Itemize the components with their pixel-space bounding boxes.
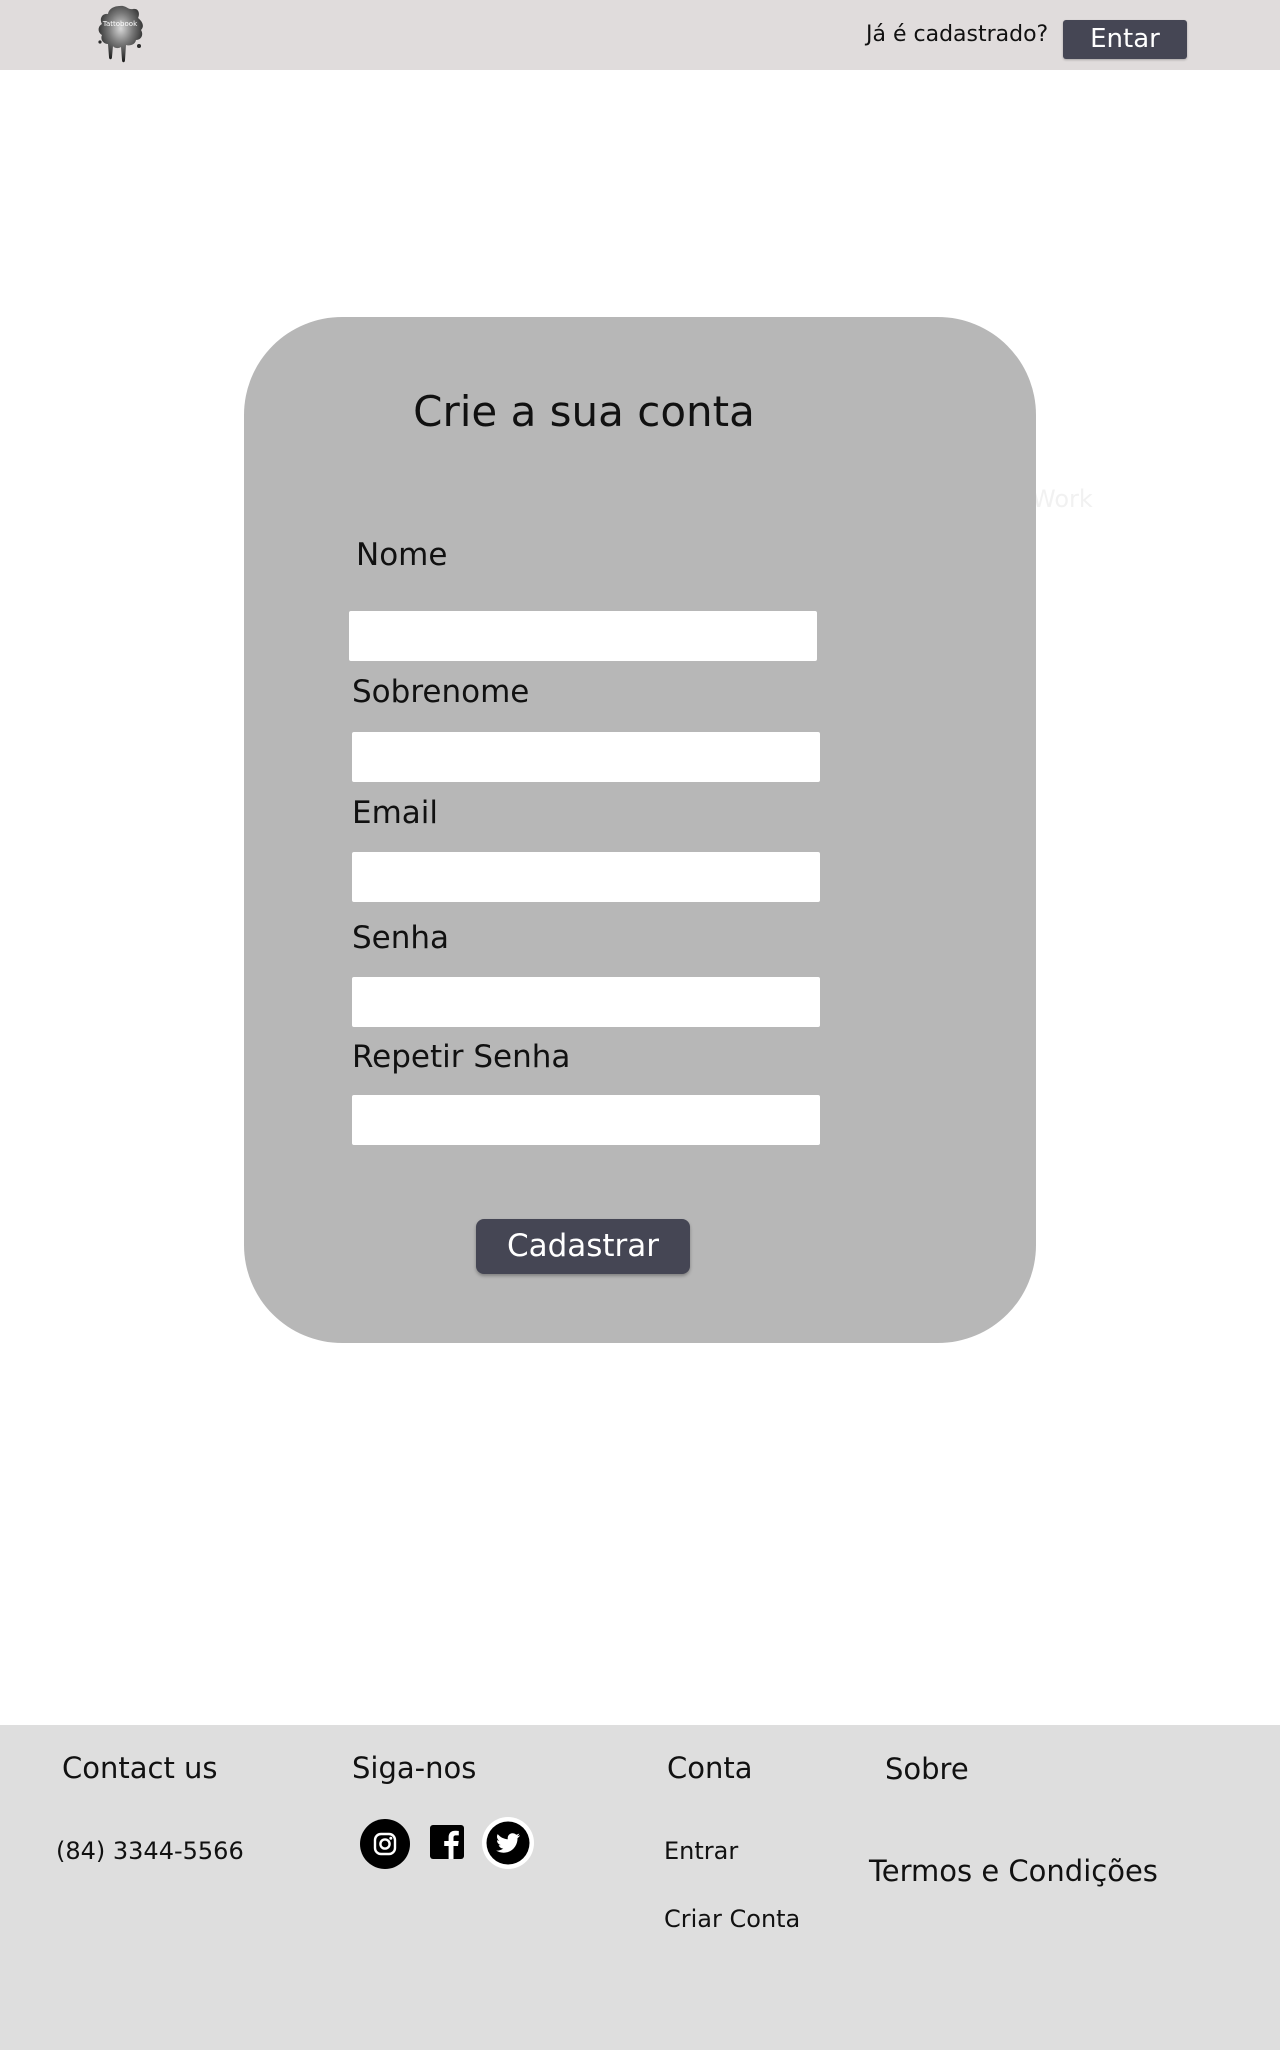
logo[interactable]: Tattobook — [92, 2, 148, 68]
ink-splash-logo-icon: Tattobook — [98, 5, 143, 63]
repeat-password-label: Repetir Senha — [352, 1039, 571, 1075]
surname-field[interactable] — [352, 732, 820, 782]
footer-create-account-link[interactable]: Criar Conta — [664, 1905, 800, 1933]
twitter-link[interactable] — [482, 1817, 534, 1869]
contact-phone: (84) 3344-5566 — [56, 1837, 244, 1865]
contact-heading: Contact us — [62, 1751, 218, 1785]
email-label: Email — [352, 795, 439, 831]
instagram-icon — [360, 1819, 410, 1869]
password-field[interactable] — [352, 977, 820, 1027]
name-label: Nome — [356, 537, 448, 573]
signup-card: Crie a sua conta Nome Sobrenome Email Se… — [244, 317, 1036, 1343]
instagram-link[interactable] — [359, 1818, 411, 1870]
login-button[interactable]: Entar — [1063, 20, 1187, 59]
account-heading: Conta — [667, 1751, 753, 1785]
background-text: Work — [1032, 485, 1093, 513]
register-button[interactable]: Cadastrar — [476, 1219, 690, 1274]
facebook-icon — [430, 1825, 464, 1859]
page-title: Crie a sua conta — [413, 387, 755, 436]
twitter-icon — [482, 1817, 534, 1869]
top-bar: Tattobook Já é cadastrado? Entar — [0, 0, 1280, 70]
surname-label: Sobrenome — [352, 674, 530, 710]
password-label: Senha — [352, 920, 450, 956]
follow-heading: Siga-nos — [352, 1751, 477, 1785]
email-field[interactable] — [352, 852, 820, 902]
name-field[interactable] — [349, 611, 817, 661]
terms-link[interactable]: Termos e Condições — [869, 1854, 1158, 1888]
repeat-password-field[interactable] — [352, 1095, 820, 1145]
footer: Contact us (84) 3344-5566 Siga-nos Conta… — [0, 1725, 1280, 2050]
about-heading: Sobre — [885, 1752, 969, 1786]
footer-login-link[interactable]: Entrar — [664, 1837, 738, 1865]
already-registered-text: Já é cadastrado? — [866, 22, 1049, 47]
facebook-link[interactable] — [430, 1825, 464, 1859]
logo-text: Tattobook — [102, 20, 138, 28]
